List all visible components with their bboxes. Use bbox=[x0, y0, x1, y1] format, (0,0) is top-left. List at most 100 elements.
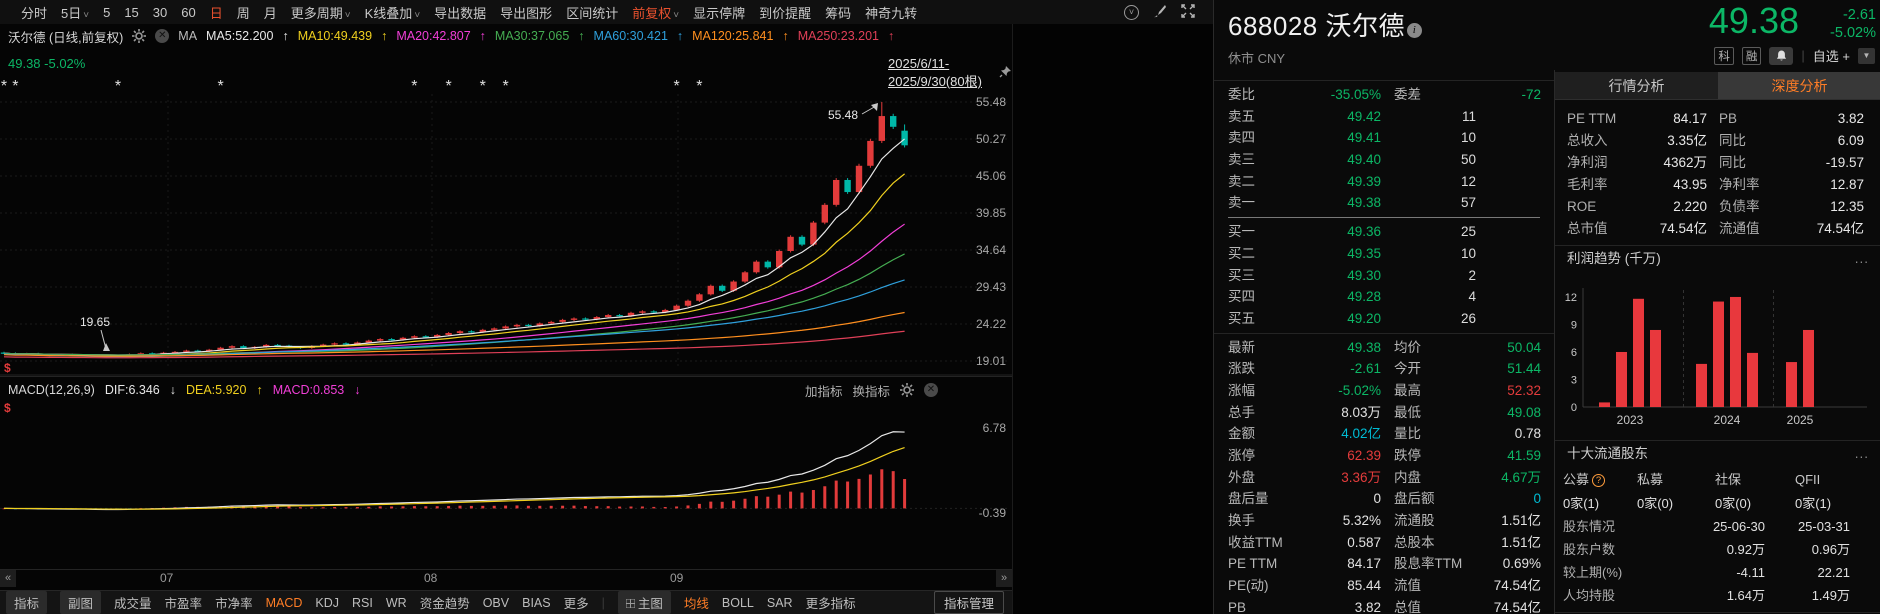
fullscreen-icon[interactable] bbox=[1181, 4, 1195, 21]
tab-market-analysis[interactable]: 行情分析 bbox=[1555, 72, 1718, 99]
ma60-value: MA60:30.421 bbox=[594, 29, 668, 43]
toolbar-item-60min[interactable]: 60 bbox=[174, 5, 202, 20]
up-arrow-icon: ↑ bbox=[381, 29, 387, 43]
holders-row: 股东户数0.92万0.96万 bbox=[1555, 538, 1880, 561]
toolbar-item-magic-nine[interactable]: 神奇九转 bbox=[858, 3, 924, 22]
svg-text:*: * bbox=[502, 78, 508, 95]
tab-pb[interactable]: 市净率 bbox=[215, 593, 253, 612]
toolbar-item-minute[interactable]: 分时 bbox=[14, 3, 54, 22]
svg-text:*: * bbox=[1, 78, 7, 95]
toolbar-item-daily[interactable]: 日 bbox=[203, 3, 230, 22]
ask-row-1[interactable]: 卖一49.3857 bbox=[1214, 192, 1554, 214]
close-icon[interactable]: ✕ bbox=[924, 383, 938, 397]
ask-row-3[interactable]: 卖三49.4050 bbox=[1214, 149, 1554, 171]
price-change: -2.61 bbox=[1806, 6, 1876, 24]
toolbar-item-export-image[interactable]: 导出图形 bbox=[493, 3, 559, 22]
toolbar-item-chips[interactable]: 筹码 bbox=[818, 3, 858, 22]
tab-wr[interactable]: WR bbox=[386, 596, 407, 610]
toolbar-item-kline-overlay[interactable]: K线叠加˅ bbox=[358, 3, 428, 22]
collapse-toolbar-icon[interactable]: ˅ bbox=[1124, 5, 1139, 20]
tab-kdj[interactable]: KDJ bbox=[315, 596, 339, 610]
toolbar-item-15min[interactable]: 15 bbox=[117, 5, 145, 20]
tab-rsi[interactable]: RSI bbox=[352, 596, 373, 610]
watchlist-add-button[interactable]: 自选 + bbox=[1813, 46, 1850, 65]
chart-title: 沃尔德 (日线,前复权) bbox=[8, 27, 123, 46]
close-icon[interactable]: ✕ bbox=[155, 29, 169, 43]
tab-subchart[interactable]: 副图 bbox=[60, 591, 101, 614]
chevron-down-icon: ˅ bbox=[673, 10, 679, 21]
ma250-value: MA250:23.201 bbox=[798, 29, 879, 43]
tab-macd[interactable]: MACD bbox=[266, 596, 303, 610]
bid-row-4[interactable]: 买四49.284 bbox=[1214, 286, 1554, 308]
ask-row-2[interactable]: 卖二49.3912 bbox=[1214, 171, 1554, 193]
toolbar-item-5day[interactable]: 5日˅ bbox=[54, 3, 96, 22]
tab-indicator[interactable]: 指标 bbox=[6, 591, 47, 614]
svg-text:55.48: 55.48 bbox=[828, 108, 858, 122]
tab-volume[interactable]: 成交量 bbox=[114, 593, 152, 612]
stat-row: PE TTM84.17股息率TTM0.69% bbox=[1214, 553, 1554, 575]
svg-text:*: * bbox=[673, 78, 679, 95]
toolbar-item-forward-adjusted[interactable]: 前复权˅ bbox=[625, 3, 686, 22]
expand-dropdown-button[interactable]: ▼ bbox=[1858, 48, 1875, 64]
svg-text:*: * bbox=[115, 78, 121, 95]
toolbar-item-5min[interactable]: 5 bbox=[96, 5, 117, 20]
bid-row-2[interactable]: 买二49.3510 bbox=[1214, 243, 1554, 265]
switch-indicator-button[interactable]: 换指标 bbox=[852, 381, 890, 400]
analysis-body: PE TTM84.17PB3.82 总收入3.35亿同比6.09 净利润4362… bbox=[1555, 100, 1880, 240]
scroll-left-button[interactable]: « bbox=[0, 570, 16, 587]
weibi-row: 委比 -35.05% 委差 -72 bbox=[1214, 84, 1554, 106]
profit-trend-title: 利润趋势 (千万)... bbox=[1555, 246, 1880, 272]
toolbar-item-range-stats[interactable]: 区间统计 bbox=[559, 3, 625, 22]
x-axis-row: « 07 08 09 » bbox=[0, 570, 1012, 588]
gear-icon[interactable] bbox=[900, 383, 914, 397]
ma-info-row: 沃尔德 (日线,前复权) ✕ MA MA5:52.200↑ MA10:49.43… bbox=[8, 26, 1088, 46]
ma10-value: MA10:49.439 bbox=[298, 29, 372, 43]
bid-row-5[interactable]: 买五49.2026 bbox=[1214, 308, 1554, 330]
tab-obv[interactable]: OBV bbox=[483, 596, 509, 610]
bid-row-1[interactable]: 买一49.3625 bbox=[1214, 221, 1554, 243]
stat-row: PB3.82总值74.54亿 bbox=[1214, 597, 1554, 614]
tab-fund-trend[interactable]: 资金趋势 bbox=[420, 593, 470, 612]
candlestick-chart[interactable]: 55.4850.2745.0639.8534.6429.4324.2219.01… bbox=[0, 74, 1012, 376]
svg-text:24.22: 24.22 bbox=[976, 317, 1006, 331]
month-label: 07 bbox=[160, 571, 173, 585]
more-button[interactable]: ... bbox=[1855, 441, 1869, 467]
divider bbox=[1555, 612, 1880, 613]
toolbar-item-price-alert[interactable]: 到价提醒 bbox=[752, 3, 818, 22]
add-indicator-button[interactable]: 加指标 bbox=[805, 381, 843, 400]
stat-row: 涨跌-2.61今开51.44 bbox=[1214, 358, 1554, 380]
toolbar-item-30min[interactable]: 30 bbox=[146, 5, 174, 20]
more-button[interactable]: ... bbox=[1855, 246, 1869, 272]
pane-divider bbox=[0, 376, 1012, 377]
tab-more-sub[interactable]: 更多 bbox=[564, 593, 589, 612]
stat-row: 收益TTM0.587总股本1.51亿 bbox=[1214, 532, 1554, 554]
tab-bias[interactable]: BIAS bbox=[522, 596, 551, 610]
tab-ma[interactable]: 均线 bbox=[684, 593, 709, 612]
info-icon[interactable]: i bbox=[1407, 23, 1422, 38]
chart-price-overlay: 49.38 -5.02% bbox=[8, 56, 85, 71]
stat-row: 盘后量0盘后额0 bbox=[1214, 488, 1554, 510]
macd-chart[interactable]: 6.78-0.39$ bbox=[0, 398, 1012, 570]
tab-more-main[interactable]: 更多指标 bbox=[806, 593, 856, 612]
alert-bell-button[interactable] bbox=[1769, 47, 1793, 65]
indicator-manage-button[interactable]: 指标管理 bbox=[934, 591, 1004, 614]
help-icon[interactable]: ? bbox=[1592, 474, 1605, 487]
tab-sar[interactable]: SAR bbox=[767, 596, 793, 610]
bid-row-3[interactable]: 买三49.302 bbox=[1214, 265, 1554, 287]
toolbar-item-export-data[interactable]: 导出数据 bbox=[427, 3, 493, 22]
toolbar-item-show-suspended[interactable]: 显示停牌 bbox=[686, 3, 752, 22]
scroll-right-button[interactable]: » bbox=[996, 570, 1012, 587]
tab-deep-analysis[interactable]: 深度分析 bbox=[1718, 72, 1880, 99]
tab-boll[interactable]: BOLL bbox=[722, 596, 754, 610]
quote-header: 688028 沃尔德i 49.38 -2.61 -5.02% 休市 CNY 科 … bbox=[1214, 0, 1880, 80]
toolbar-item-more-periods[interactable]: 更多周期˅ bbox=[284, 3, 358, 22]
toolbar-item-weekly[interactable]: 周 bbox=[230, 3, 257, 22]
chevron-down-icon: ˅ bbox=[83, 10, 89, 21]
ask-row-4[interactable]: 卖四49.4110 bbox=[1214, 127, 1554, 149]
tab-pe[interactable]: 市盈率 bbox=[165, 593, 203, 612]
toolbar-item-monthly[interactable]: 月 bbox=[257, 3, 284, 22]
gear-icon[interactable] bbox=[132, 29, 146, 43]
tab-main-chart[interactable]: 主图 bbox=[618, 591, 671, 614]
ask-row-5[interactable]: 卖五49.4211 bbox=[1214, 106, 1554, 128]
brush-icon[interactable] bbox=[1153, 4, 1167, 21]
